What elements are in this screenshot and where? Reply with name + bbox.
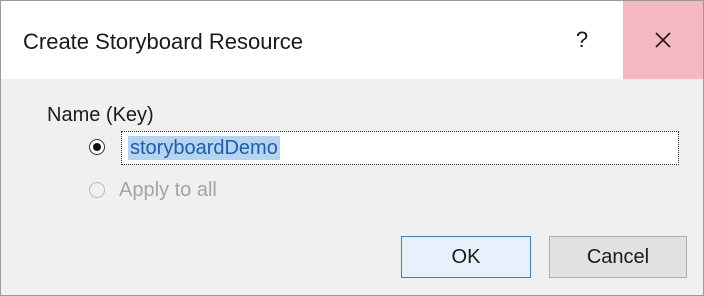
- key-input-value: storyboardDemo: [128, 136, 280, 160]
- name-key-radio[interactable]: [89, 139, 105, 155]
- key-input[interactable]: storyboardDemo: [121, 131, 679, 165]
- help-button[interactable]: ?: [541, 1, 623, 79]
- close-icon: [655, 32, 671, 48]
- cancel-button[interactable]: Cancel: [549, 236, 687, 278]
- dialog-title: Create Storyboard Resource: [23, 29, 304, 54]
- apply-to-all-radio[interactable]: [89, 182, 105, 198]
- ok-button[interactable]: OK: [401, 236, 531, 278]
- apply-to-all-label: Apply to all: [119, 179, 217, 201]
- title-bar: Create Storyboard Resource ?: [1, 1, 703, 79]
- create-storyboard-resource-dialog: Create Storyboard Resource ? Name (Key) …: [0, 0, 704, 296]
- name-key-label: Name (Key): [47, 104, 154, 126]
- close-button[interactable]: [623, 1, 703, 79]
